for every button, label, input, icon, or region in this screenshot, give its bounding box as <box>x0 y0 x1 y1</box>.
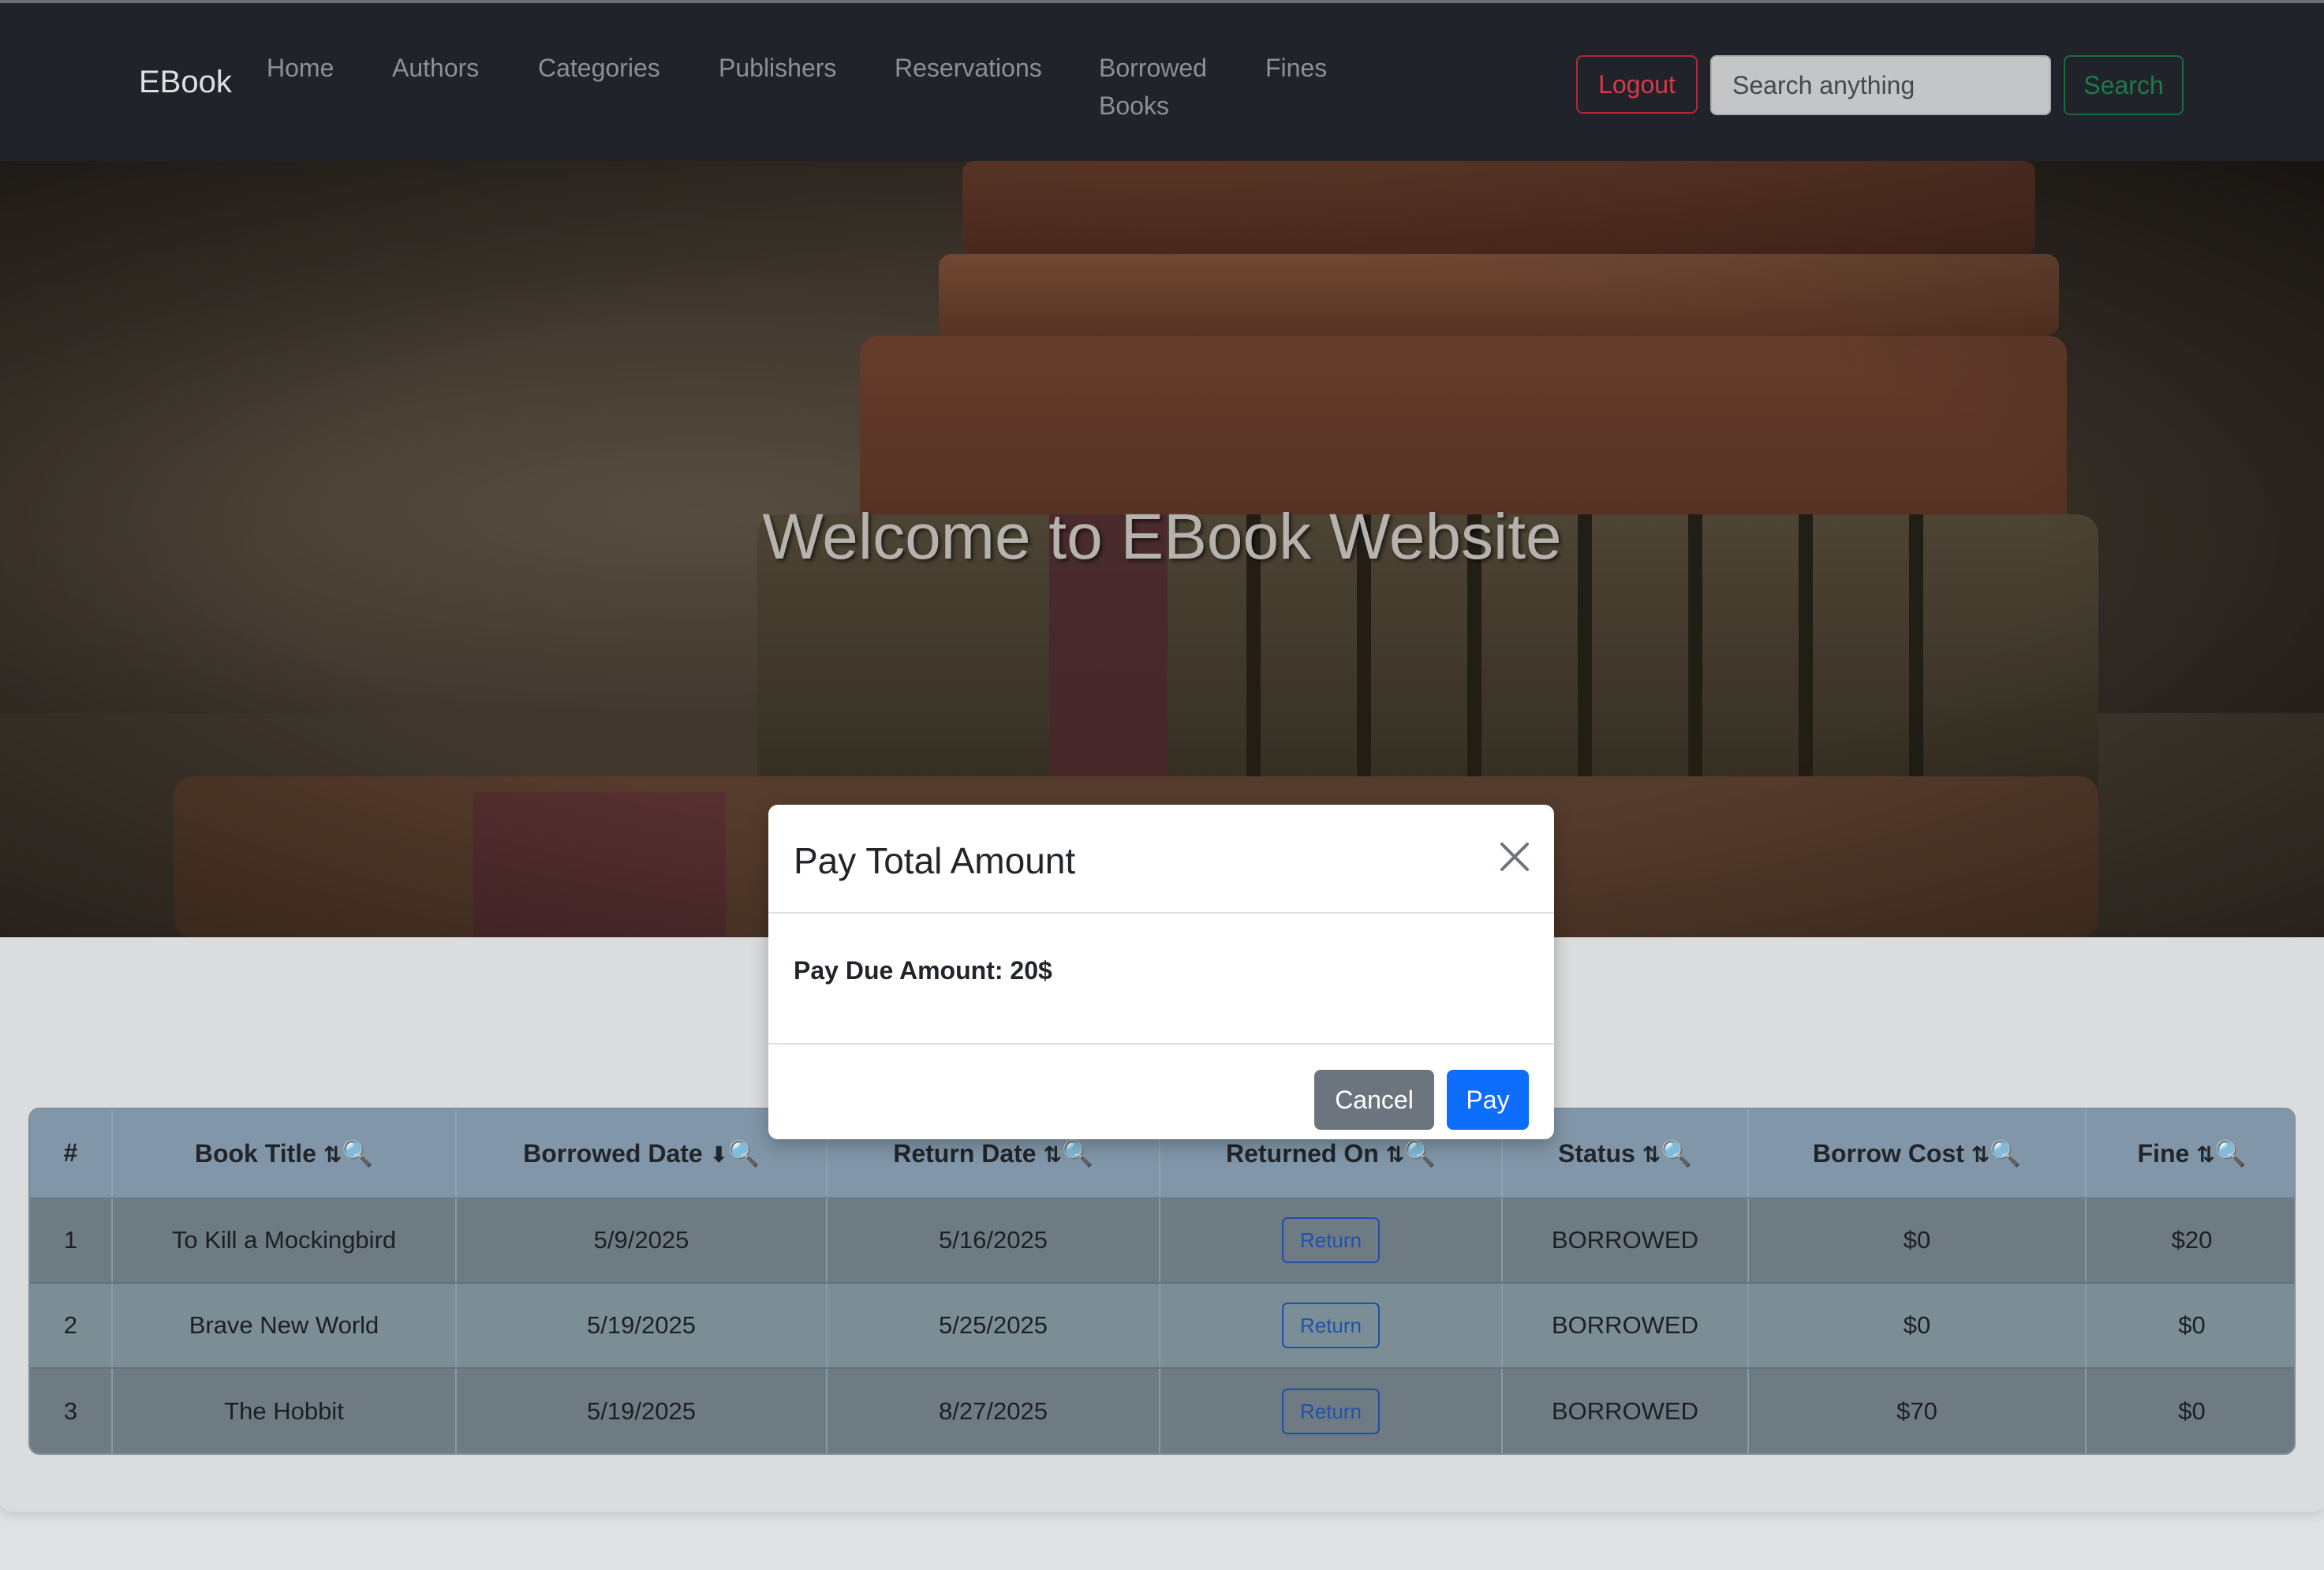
nav-link-authors[interactable]: Authors <box>392 49 479 87</box>
search-icon[interactable]: 🔍 <box>1062 1139 1093 1168</box>
modal-title: Pay Total Amount <box>794 840 1076 881</box>
cell-number: 3 <box>30 1368 113 1453</box>
return-button[interactable]: Return <box>1282 1388 1380 1434</box>
nav-link-categories[interactable]: Categories <box>538 49 660 87</box>
cell-fine: $0 <box>2086 1368 2294 1453</box>
cell-number: 2 <box>30 1283 113 1369</box>
table-row: 2 Brave New World 5/19/2025 5/25/2025 Re… <box>30 1283 2294 1369</box>
search-icon[interactable]: 🔍 <box>1661 1139 1692 1168</box>
cell-book-title: To Kill a Mockingbird <box>112 1198 457 1284</box>
sort-icon[interactable]: ⇅ <box>1971 1142 1990 1167</box>
search-button[interactable]: Search <box>2064 55 2184 115</box>
cell-borrowed-date: 5/9/2025 <box>456 1198 828 1284</box>
cell-borrow-cost: $0 <box>1748 1283 2087 1369</box>
cell-return-date: 8/27/2025 <box>827 1368 1160 1453</box>
sort-icon[interactable]: ⇅ <box>1642 1142 1661 1167</box>
cell-borrowed-date: 5/19/2025 <box>456 1283 828 1369</box>
nav-link-borrowed-books[interactable]: Borrowed Books <box>1099 49 1225 125</box>
search-icon[interactable]: 🔍 <box>728 1139 760 1168</box>
table-row: 3 The Hobbit 5/19/2025 8/27/2025 Return … <box>30 1368 2294 1453</box>
sort-icon[interactable]: ⇅ <box>2196 1142 2214 1167</box>
column-header-book-title[interactable]: Book Title ⇅🔍 <box>112 1109 457 1198</box>
cell-number: 1 <box>30 1198 113 1284</box>
search-icon[interactable]: 🔍 <box>2215 1139 2247 1168</box>
cell-return-date: 5/25/2025 <box>827 1283 1160 1369</box>
search-icon[interactable]: 🔍 <box>1404 1139 1436 1168</box>
cell-fine: $20 <box>2086 1198 2294 1284</box>
nav-link-reservations[interactable]: Reservations <box>895 49 1042 87</box>
nav-link-fines[interactable]: Fines <box>1265 49 1327 87</box>
cell-book-title: Brave New World <box>112 1283 457 1369</box>
borrowed-books-table: # Book Title ⇅🔍 Borrowed Date ⬇🔍 Return … <box>28 1108 2296 1455</box>
close-icon[interactable] <box>1497 839 1532 874</box>
column-header-number[interactable]: # <box>30 1109 113 1198</box>
cell-book-title: The Hobbit <box>112 1368 457 1453</box>
cell-return-date: 5/16/2025 <box>827 1198 1160 1284</box>
sort-desc-icon[interactable]: ⬇ <box>710 1142 728 1167</box>
cell-status: BORROWED <box>1502 1283 1749 1369</box>
nav-link-publishers[interactable]: Publishers <box>719 49 836 87</box>
sort-icon[interactable]: ⇅ <box>1043 1142 1061 1167</box>
search-icon[interactable]: 🔍 <box>1990 1139 2021 1168</box>
modal-header: Pay Total Amount <box>768 805 1554 914</box>
nav-link-home[interactable]: Home <box>267 49 334 87</box>
search-icon[interactable]: 🔍 <box>342 1139 373 1168</box>
table-row: 1 To Kill a Mockingbird 5/9/2025 5/16/20… <box>30 1198 2294 1284</box>
cell-borrow-cost: $0 <box>1748 1198 2087 1284</box>
column-header-borrow-cost[interactable]: Borrow Cost ⇅🔍 <box>1748 1109 2087 1198</box>
pay-due-amount: Pay Due Amount: 20$ <box>794 956 1052 985</box>
hero-title: Welcome to EBook Website <box>762 501 1562 573</box>
cell-fine: $0 <box>2086 1283 2294 1369</box>
cell-borrowed-date: 5/19/2025 <box>456 1368 828 1453</box>
search-input[interactable] <box>1710 55 2051 115</box>
logout-button[interactable]: Logout <box>1576 55 1698 114</box>
column-header-fine[interactable]: Fine ⇅🔍 <box>2086 1109 2294 1198</box>
cell-borrow-cost: $70 <box>1748 1368 2087 1453</box>
navbar: EBook Home Authors Categories Publishers… <box>0 0 2324 161</box>
cell-returned-on: Return <box>1160 1198 1503 1284</box>
sort-icon[interactable]: ⇅ <box>323 1142 342 1167</box>
modal-footer: Cancel Pay <box>768 1043 1554 1139</box>
cell-returned-on: Return <box>1160 1283 1503 1369</box>
pay-button[interactable]: Pay <box>1447 1070 1529 1130</box>
pay-modal: Pay Total Amount Pay Due Amount: 20$ Can… <box>768 805 1554 1139</box>
sort-icon[interactable]: ⇅ <box>1386 1142 1404 1167</box>
cell-status: BORROWED <box>1502 1368 1749 1453</box>
cancel-button[interactable]: Cancel <box>1314 1070 1434 1130</box>
return-button[interactable]: Return <box>1282 1217 1380 1263</box>
cell-returned-on: Return <box>1160 1368 1503 1453</box>
cell-status: BORROWED <box>1502 1198 1749 1284</box>
return-button[interactable]: Return <box>1282 1303 1380 1348</box>
brand-logo[interactable]: EBook <box>139 65 232 100</box>
